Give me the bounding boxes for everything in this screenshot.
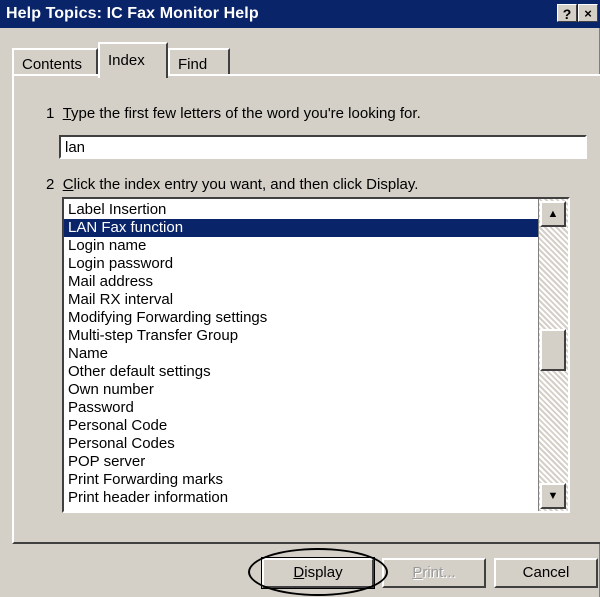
index-list-item[interactable]: Modifying Forwarding settings bbox=[64, 309, 538, 327]
step2-instruction: 2 Click the index entry you want, and th… bbox=[46, 176, 418, 193]
help-button[interactable]: ? bbox=[557, 4, 577, 22]
index-list-item[interactable]: Print header information bbox=[64, 489, 538, 507]
index-list-item[interactable]: Login name bbox=[64, 237, 538, 255]
index-list-item[interactable]: Other default settings bbox=[64, 363, 538, 381]
vertical-scrollbar[interactable]: ▲ ▼ bbox=[538, 199, 568, 511]
print-label: rint... bbox=[422, 564, 456, 581]
display-label: isplay bbox=[304, 564, 343, 581]
print-mnemonic: P bbox=[412, 564, 423, 581]
index-listbox[interactable]: Label Insertion LAN Fax function Login nam… bbox=[62, 197, 570, 513]
index-list-item[interactable]: Mail address bbox=[64, 273, 538, 291]
step1-instruction: 1 Type the first few letters of the word… bbox=[46, 105, 421, 122]
index-list-item[interactable]: Label Insertion bbox=[64, 201, 538, 219]
scroll-thumb[interactable] bbox=[540, 329, 566, 371]
display-mnemonic: D bbox=[293, 564, 305, 581]
tab-find[interactable]: Find bbox=[168, 48, 230, 76]
index-list-item[interactable]: Name bbox=[64, 345, 538, 363]
step1-text: ype the first few letters of the word yo… bbox=[71, 105, 421, 122]
step2-mnemonic: C bbox=[62, 176, 74, 193]
title-bar[interactable]: Help Topics: IC Fax Monitor Help ? × bbox=[0, 0, 600, 28]
index-list-item[interactable]: Personal Code bbox=[64, 417, 538, 435]
display-button[interactable]: Display bbox=[261, 557, 375, 589]
index-list-item[interactable]: Personal Codes bbox=[64, 435, 538, 453]
window-title: Help Topics: IC Fax Monitor Help bbox=[6, 5, 259, 22]
help-topics-window: Help Topics: IC Fax Monitor Help ? × Con… bbox=[0, 0, 600, 597]
tab-index[interactable]: Index bbox=[98, 42, 168, 78]
index-list: Label Insertion LAN Fax function Login nam… bbox=[64, 201, 538, 507]
tab-contents[interactable]: Contents bbox=[12, 48, 98, 76]
index-list-item[interactable]: Print Forwarding marks bbox=[64, 471, 538, 489]
step2-text: lick the index entry you want, and then … bbox=[73, 176, 419, 193]
search-field[interactable] bbox=[59, 135, 587, 159]
close-button[interactable]: × bbox=[578, 4, 598, 22]
search-input[interactable] bbox=[61, 137, 585, 158]
index-list-item[interactable]: Own number bbox=[64, 381, 538, 399]
index-list-item[interactable]: Login password bbox=[64, 255, 538, 273]
print-button[interactable]: Print... bbox=[382, 558, 486, 588]
step1-mnemonic: T bbox=[62, 105, 72, 122]
index-list-item[interactable]: POP server bbox=[64, 453, 538, 471]
cancel-button[interactable]: Cancel bbox=[494, 558, 598, 588]
step2-number: 2 bbox=[46, 176, 55, 193]
index-list-item[interactable]: LAN Fax function bbox=[64, 219, 538, 237]
index-list-item[interactable]: Mail RX interval bbox=[64, 291, 538, 309]
index-list-item[interactable]: Multi-step Transfer Group bbox=[64, 327, 538, 345]
button-row: Display Print... Cancel bbox=[0, 548, 600, 597]
index-list-item[interactable]: Password bbox=[64, 399, 538, 417]
scroll-down-icon[interactable]: ▼ bbox=[540, 483, 566, 509]
scroll-up-icon[interactable]: ▲ bbox=[540, 201, 566, 227]
step1-number: 1 bbox=[46, 105, 55, 122]
